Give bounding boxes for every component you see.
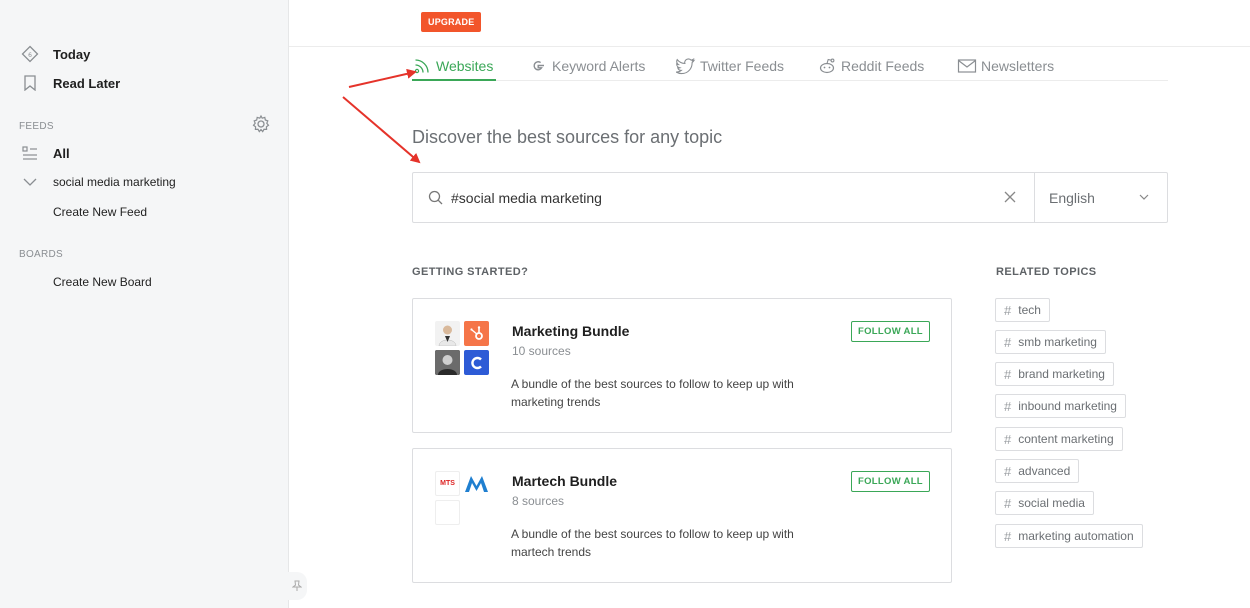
follow-all-button[interactable]: FOLLOW ALL — [851, 471, 930, 492]
svg-text:6: 6 — [28, 52, 32, 59]
tab-label: Reddit Feeds — [841, 58, 925, 74]
list-icon — [20, 143, 40, 163]
sidebar-item-label: social media marketing — [53, 175, 176, 189]
mts-logo-text: MTS — [440, 480, 455, 487]
tab-keyword-alerts[interactable]: Keyword Alerts — [528, 52, 645, 80]
sidebar-item-today[interactable]: 6 Today — [20, 43, 90, 65]
annotation-arrow — [342, 96, 421, 164]
tab-reddit-feeds[interactable]: Reddit Feeds — [817, 52, 924, 80]
tab-label: Websites — [436, 58, 494, 74]
c-logo-icon — [464, 350, 489, 375]
tab-label: Newsletters — [981, 58, 1055, 74]
pin-icon[interactable] — [287, 572, 307, 600]
hubspot-logo-icon — [464, 321, 489, 346]
bundle-description: A bundle of the best sources to follow t… — [511, 377, 794, 409]
tab-newsletters[interactable]: Newsletters — [957, 52, 1054, 80]
bundle-source-count: 8 sources — [512, 494, 565, 508]
annotation-arrow — [348, 68, 417, 88]
topic-label: inbound marketing — [1018, 399, 1117, 413]
rss-icon — [412, 56, 432, 76]
today-icon: 6 — [20, 44, 40, 64]
language-select[interactable]: English — [1049, 190, 1095, 206]
hash-icon: # — [1004, 334, 1012, 350]
hash-icon: # — [1004, 366, 1012, 382]
tab-label: Keyword Alerts — [552, 58, 646, 74]
topbar: UPGRADE — [289, 0, 1250, 47]
sidebar-item-label: Today — [53, 46, 91, 62]
search-input[interactable] — [451, 181, 991, 215]
hash-icon: # — [1004, 495, 1012, 511]
mail-icon — [957, 56, 977, 76]
divider — [1034, 173, 1035, 222]
bundle-description: A bundle of the best sources to follow t… — [511, 527, 794, 559]
create-new-board-link[interactable]: Create New Board — [53, 275, 152, 289]
topic-label: tech — [1018, 303, 1041, 317]
m-logo-icon — [464, 471, 489, 496]
related-topic-chip[interactable]: # smb marketing — [995, 330, 1106, 354]
upgrade-button[interactable]: UPGRADE — [421, 12, 482, 32]
active-tab-indicator — [412, 79, 496, 81]
bundle-card-marketing[interactable]: Marketing Bundle 10 sources A bundle of … — [412, 298, 952, 433]
sidebar-item-label: All — [53, 145, 70, 161]
tab-websites[interactable]: Websites — [412, 52, 493, 80]
reddit-icon — [817, 56, 837, 76]
topic-label: marketing automation — [1018, 529, 1134, 543]
bundle-source-count: 10 sources — [512, 344, 571, 358]
follow-all-button[interactable]: FOLLOW ALL — [851, 321, 930, 342]
search-icon — [427, 189, 445, 207]
discover-heading: Discover the best sources for any topic — [412, 127, 723, 147]
hash-icon: # — [1004, 431, 1012, 447]
gear-icon[interactable] — [251, 114, 271, 134]
boards-section-title: BOARDS — [19, 249, 64, 260]
sidebar-item-all[interactable]: All — [20, 142, 70, 164]
feeds-section-title: FEEDS — [19, 121, 54, 132]
bundle-card-martech[interactable]: MTS Martech Bundle 8 sources A bundle of… — [412, 448, 952, 583]
topic-label: content marketing — [1018, 432, 1114, 446]
bookmark-icon — [20, 73, 40, 93]
related-topic-chip[interactable]: # social media — [995, 491, 1094, 515]
topic-label: smb marketing — [1018, 335, 1097, 349]
sidebar-item-label: Read Later — [53, 75, 121, 91]
tab-label: Twitter Feeds — [700, 58, 785, 74]
hash-icon: # — [1004, 463, 1012, 479]
hash-icon: # — [1004, 302, 1012, 318]
bundle-title[interactable]: Marketing Bundle — [512, 323, 629, 339]
close-icon[interactable] — [1002, 189, 1020, 207]
related-topic-chip[interactable]: # content marketing — [995, 427, 1123, 451]
bundle-thumbnails — [435, 321, 491, 377]
create-new-feed-link[interactable]: Create New Feed — [53, 205, 147, 219]
getting-started-title: GETTING STARTED? — [412, 266, 529, 278]
related-topic-chip[interactable]: # marketing automation — [995, 524, 1143, 548]
related-topic-chip[interactable]: # inbound marketing — [995, 394, 1126, 418]
mts-logo-icon: MTS — [435, 471, 460, 496]
google-icon — [528, 56, 548, 76]
tab-twitter-feeds[interactable]: Twitter Feeds — [676, 52, 784, 80]
chevron-down-icon[interactable] — [1137, 190, 1153, 206]
source-tabs: Websites Keyword Alerts Twitter Feeds Re… — [412, 48, 1168, 81]
sidebar-item-read-later[interactable]: Read Later — [20, 72, 120, 94]
avatar — [435, 321, 460, 346]
related-topic-chip[interactable]: # advanced — [995, 459, 1080, 483]
topic-label: brand marketing — [1018, 367, 1105, 381]
hash-icon: # — [1004, 398, 1012, 414]
topic-label: social media — [1018, 496, 1085, 510]
sidebar-item-social-media-marketing[interactable]: social media marketing — [20, 171, 176, 193]
placeholder-thumbnail — [435, 500, 460, 525]
topic-label: advanced — [1018, 464, 1071, 478]
bundle-thumbnails: MTS — [435, 471, 491, 527]
bundle-title[interactable]: Martech Bundle — [512, 473, 617, 489]
chevron-down-icon[interactable] — [20, 172, 40, 192]
sidebar: 6 Today Read Later FEEDS All social medi… — [0, 0, 307, 608]
search-bar: English — [412, 172, 1168, 223]
twitter-icon — [676, 56, 696, 76]
related-topic-chip[interactable]: # brand marketing — [995, 362, 1114, 386]
avatar — [435, 350, 460, 375]
hash-icon: # — [1004, 528, 1012, 544]
related-topic-chip[interactable]: # tech — [995, 298, 1050, 322]
related-topics-title: RELATED TOPICS — [996, 266, 1097, 278]
